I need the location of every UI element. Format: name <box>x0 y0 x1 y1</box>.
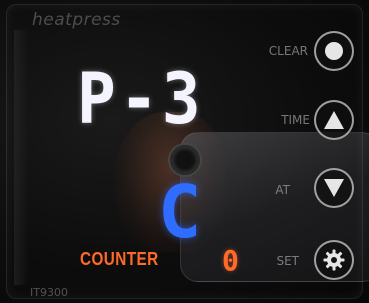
circle-icon <box>325 42 343 60</box>
triangle-down-icon <box>324 179 344 197</box>
main-display: P-3 <box>77 58 205 140</box>
clear-label: CLEAR <box>268 44 308 58</box>
clear-button[interactable] <box>314 31 354 71</box>
secondary-display: C <box>158 170 202 254</box>
time-label: TIME <box>281 113 310 127</box>
counter-label: COUNTER <box>80 249 159 269</box>
counter-value: 0 <box>222 244 239 277</box>
at-label: AT <box>275 183 290 197</box>
glass-bevel <box>6 4 363 299</box>
brand-logo: heatpress <box>32 10 121 30</box>
controller-panel: heatpress P-3 C COUNTER 0 CLEAR TIME AT … <box>0 0 369 303</box>
gear-icon <box>323 249 345 271</box>
at-button[interactable] <box>314 168 354 208</box>
time-button[interactable] <box>314 100 354 140</box>
set-label: SET <box>276 254 299 268</box>
triangle-up-icon <box>324 111 344 129</box>
model-number: IT9300 <box>30 286 68 299</box>
set-button[interactable] <box>314 240 354 280</box>
